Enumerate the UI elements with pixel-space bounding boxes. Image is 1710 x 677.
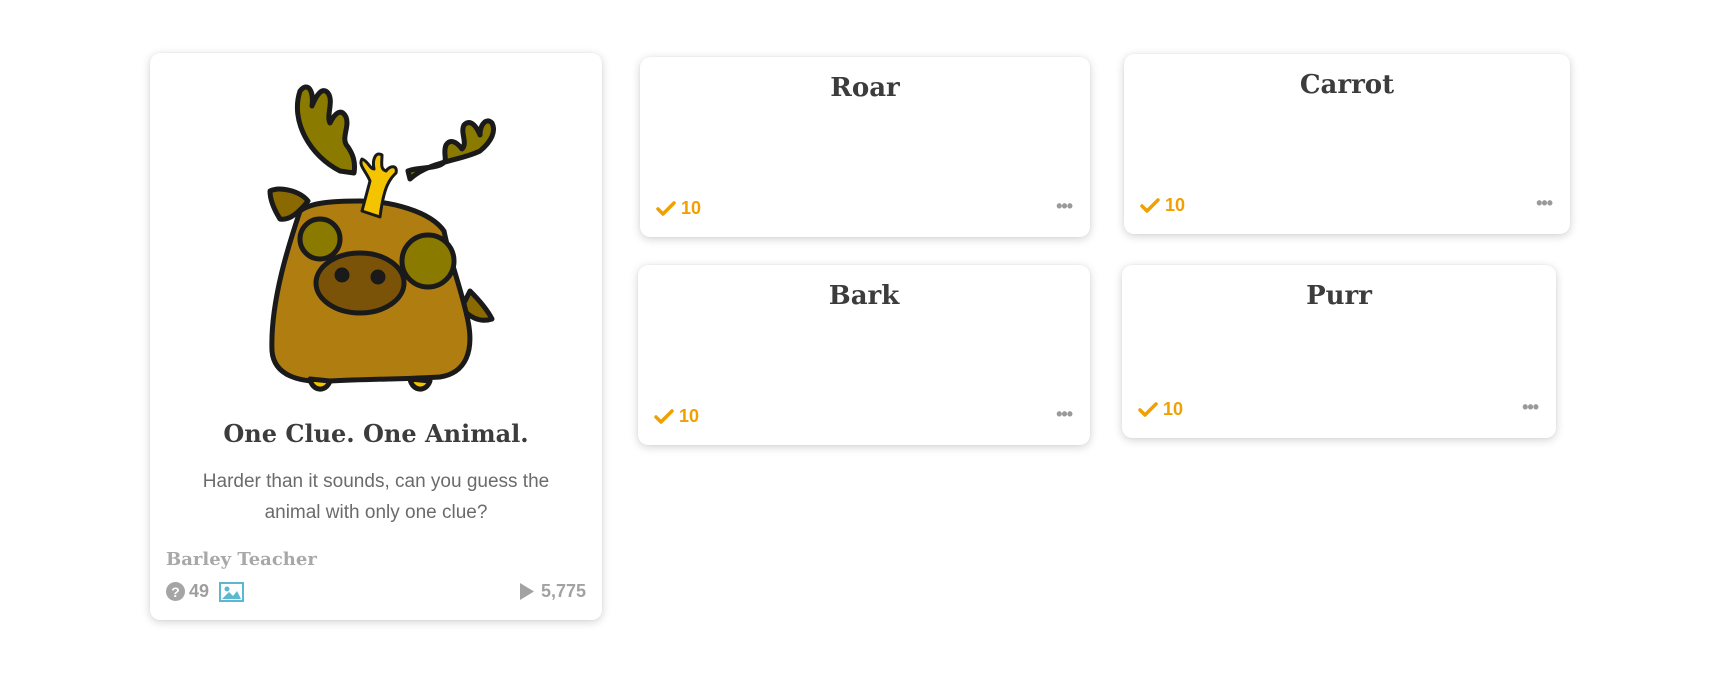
- image-icon: [219, 581, 245, 602]
- checkmark-icon: [656, 200, 676, 216]
- question-title: Purr: [1306, 281, 1372, 311]
- question-points: 10: [1138, 399, 1183, 420]
- checkmark-icon: [1138, 401, 1158, 417]
- quiz-description: Harder than it sounds, can you guess the…: [202, 471, 550, 523]
- play-count: 5,775: [519, 581, 586, 602]
- points-value: 10: [1165, 195, 1186, 215]
- question-points: 10: [656, 198, 701, 219]
- checkmark-icon: [654, 408, 674, 424]
- moose-illustration-icon: [267, 84, 496, 392]
- more-options-icon[interactable]: •••: [1522, 397, 1539, 418]
- points-value: 10: [681, 198, 702, 218]
- question-title: Roar: [830, 73, 900, 103]
- more-options-icon[interactable]: •••: [1056, 196, 1073, 217]
- question-card[interactable]: Carrot 10 •••: [1124, 54, 1570, 234]
- question-title: Carrot: [1299, 70, 1395, 100]
- question-icon: ?: [166, 582, 185, 601]
- question-points: 10: [1140, 195, 1185, 216]
- points-value: 10: [679, 406, 700, 426]
- more-options-icon[interactable]: •••: [1056, 404, 1073, 425]
- checkmark-icon: [1140, 197, 1160, 213]
- quiz-title: One Clue. One Animal.: [223, 419, 529, 448]
- question-card[interactable]: Roar 10 •••: [640, 57, 1090, 237]
- play-count-value: 5,775: [540, 581, 586, 601]
- question-count: 49: [189, 581, 210, 601]
- question-title: Bark: [828, 281, 900, 311]
- play-icon: [519, 583, 534, 600]
- quiz-author[interactable]: Barley Teacher: [166, 549, 317, 570]
- more-options-icon[interactable]: •••: [1536, 193, 1553, 214]
- quiz-card[interactable]: One Clue. One Animal. Harder than it sou…: [150, 53, 602, 620]
- quiz-meta: ? 49: [166, 581, 245, 602]
- question-card[interactable]: Bark 10 •••: [638, 265, 1090, 445]
- question-card[interactable]: Purr 10 •••: [1122, 265, 1556, 438]
- points-value: 10: [1163, 399, 1184, 419]
- question-points: 10: [654, 406, 699, 427]
